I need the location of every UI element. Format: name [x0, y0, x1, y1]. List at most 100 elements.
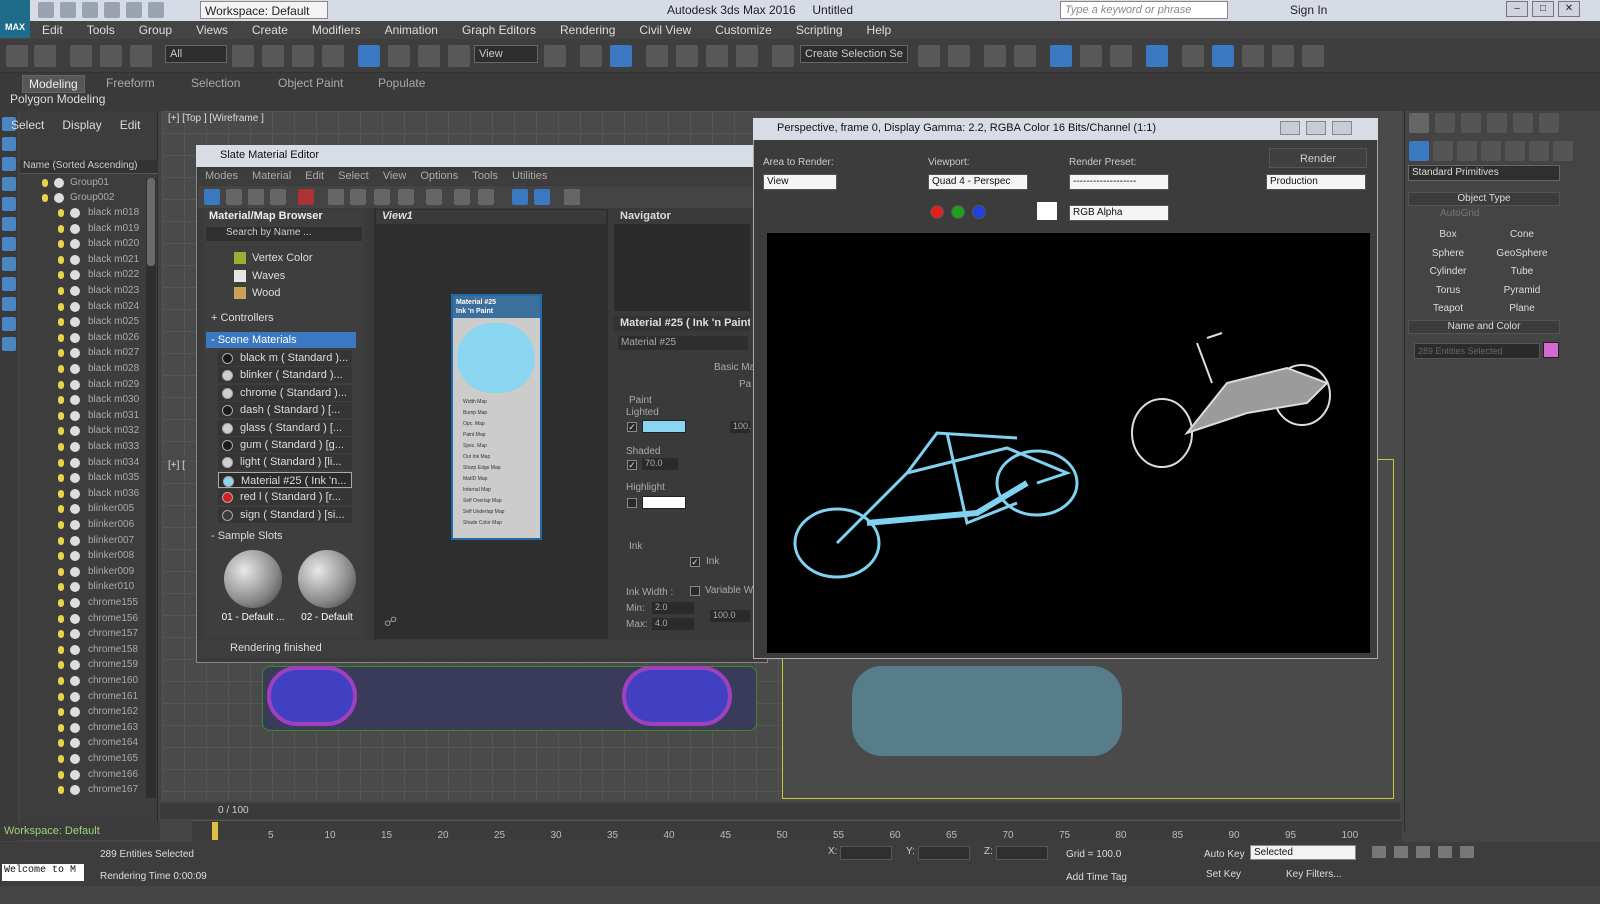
menu-modifiers[interactable]: Modifiers	[300, 21, 373, 39]
display-groups-icon[interactable]	[2, 257, 16, 271]
channel-dropdown[interactable]: RGB Alpha	[1069, 205, 1169, 221]
list-item[interactable]: blinker007	[20, 534, 148, 549]
red-channel-icon[interactable]	[930, 205, 944, 219]
search-input[interactable]: Type a keyword or phrase	[1060, 1, 1228, 19]
light-bulb-icon[interactable]	[58, 677, 64, 685]
material-id-icon[interactable]	[426, 189, 442, 205]
light-bulb-icon[interactable]	[58, 209, 64, 217]
render-button[interactable]: Render	[1269, 148, 1367, 168]
list-item[interactable]: black m036	[20, 487, 148, 502]
motion-tab-icon[interactable]	[1487, 113, 1507, 133]
node-slot[interactable]: Self Overlap Map	[459, 498, 539, 507]
list-item[interactable]: black m021	[20, 253, 148, 268]
list-item[interactable]: chrome166	[20, 768, 148, 783]
node-slot[interactable]: Spec. Map	[459, 443, 539, 452]
display-xrefs-icon[interactable]	[2, 277, 16, 291]
list-item[interactable]: black m030	[20, 393, 148, 408]
browser-search-input[interactable]: Search by Name ...	[206, 227, 362, 241]
name-and-color-rollout[interactable]: Name and Color	[1408, 320, 1560, 334]
move-children-icon[interactable]	[328, 189, 344, 205]
button-cylinder[interactable]: Cylinder	[1412, 264, 1484, 280]
light-bulb-icon[interactable]	[58, 287, 64, 295]
list-item[interactable]: chrome167	[20, 783, 148, 798]
save-icon[interactable]	[82, 2, 98, 18]
cameras-icon[interactable]	[1481, 141, 1501, 161]
light-bulb-icon[interactable]	[42, 179, 48, 187]
node-slot[interactable]: Sharp Edge Map	[459, 465, 539, 474]
map-item[interactable]: Wood	[222, 285, 356, 301]
snaps-toggle-icon[interactable]	[646, 45, 668, 67]
node-slot[interactable]: Opc. Map	[459, 421, 539, 430]
list-item[interactable]: black m025	[20, 315, 148, 330]
display-helpers-icon[interactable]	[2, 217, 16, 231]
menu-customize[interactable]: Customize	[703, 21, 784, 39]
list-item[interactable]: blinker006	[20, 518, 148, 533]
green-channel-icon[interactable]	[951, 205, 965, 219]
go-to-start-icon[interactable]	[1372, 846, 1386, 858]
list-item[interactable]: black m018	[20, 206, 148, 221]
material-item[interactable]: Material #25 ( Ink 'n...	[218, 471, 352, 488]
highlight-checkbox[interactable]	[627, 498, 637, 508]
slate-menu-select[interactable]: Select	[331, 169, 376, 185]
material-item[interactable]: light ( Standard ) [li...	[218, 454, 352, 471]
map-item[interactable]: Vertex Color	[222, 250, 356, 266]
variable-width-checkbox[interactable]	[690, 586, 700, 596]
menu-animation[interactable]: Animation	[373, 21, 450, 39]
list-item[interactable]: black m029	[20, 378, 148, 393]
light-bulb-icon[interactable]	[58, 318, 64, 327]
set-key-button[interactable]: Set Key	[1206, 869, 1241, 880]
assign-material-icon[interactable]	[270, 189, 286, 205]
list-item[interactable]: chrome158	[20, 643, 148, 658]
light-bulb-icon[interactable]	[58, 739, 64, 748]
material-editor-icon[interactable]	[1146, 45, 1168, 67]
slate-menu-tools[interactable]: Tools	[465, 169, 505, 185]
menu-edit[interactable]: Edit	[30, 21, 75, 39]
select-by-material-icon[interactable]	[564, 189, 580, 205]
button-teapot[interactable]: Teapot	[1412, 301, 1484, 317]
light-bulb-icon[interactable]	[58, 786, 64, 795]
light-bulb-icon[interactable]	[58, 599, 64, 607]
shaded-checkbox[interactable]: ✓	[627, 460, 637, 470]
light-bulb-icon[interactable]	[58, 614, 64, 623]
column-header-name[interactable]: Name (Sorted Ascending)	[20, 160, 158, 174]
render-iterative-icon[interactable]	[1272, 45, 1294, 67]
select-tool-icon[interactable]	[204, 189, 220, 205]
systems-icon[interactable]	[1553, 141, 1573, 161]
menu-create[interactable]: Create	[240, 21, 300, 39]
list-item[interactable]: black m031	[20, 409, 148, 424]
select-object-icon[interactable]	[232, 45, 254, 67]
light-bulb-icon[interactable]	[58, 224, 64, 233]
ink-checkbox[interactable]: ✓	[690, 557, 700, 567]
nav-left-icon[interactable]	[454, 189, 470, 205]
slate-menu-modes[interactable]: Modes	[198, 169, 245, 185]
percent-snap-icon[interactable]	[706, 45, 728, 67]
node-slot[interactable]: Shade Color Map	[459, 520, 539, 529]
display-spacewarps-icon[interactable]	[2, 237, 16, 251]
display-geometry-icon[interactable]	[2, 137, 16, 151]
nav-right-icon[interactable]	[478, 189, 494, 205]
sign-in-link[interactable]: Sign In	[1290, 3, 1327, 17]
viewport-label-top[interactable]: [+] [Top ] [Wireframe ]	[168, 113, 264, 124]
light-bulb-icon[interactable]	[58, 333, 64, 342]
shaded-amount-field[interactable]: 70.0	[642, 458, 678, 470]
slate-menu-view[interactable]: View	[376, 169, 414, 185]
light-bulb-icon[interactable]	[58, 536, 64, 545]
list-item[interactable]: black m019	[20, 222, 148, 237]
x-coord-field[interactable]	[840, 846, 892, 860]
modify-tab-icon[interactable]	[1435, 113, 1455, 133]
light-bulb-icon[interactable]	[58, 271, 64, 280]
list-item[interactable]: chrome159	[20, 658, 148, 673]
render-mode-dropdown[interactable]: Production	[1266, 174, 1366, 190]
list-item[interactable]: black m028	[20, 362, 148, 377]
list-item[interactable]: black m033	[20, 440, 148, 455]
area-to-render-dropdown[interactable]: View	[763, 174, 837, 190]
play-icon[interactable]	[1416, 846, 1430, 858]
map-item[interactable]: Waves	[222, 268, 356, 284]
put-to-scene-icon[interactable]	[248, 189, 264, 205]
pick-material-icon[interactable]	[226, 189, 242, 205]
button-plane[interactable]: Plane	[1486, 301, 1558, 317]
button-geosphere[interactable]: GeoSphere	[1486, 246, 1558, 262]
display-frozen-icon[interactable]	[2, 337, 16, 351]
display-bones-icon[interactable]	[2, 297, 16, 311]
list-item[interactable]: chrome155	[20, 596, 148, 611]
